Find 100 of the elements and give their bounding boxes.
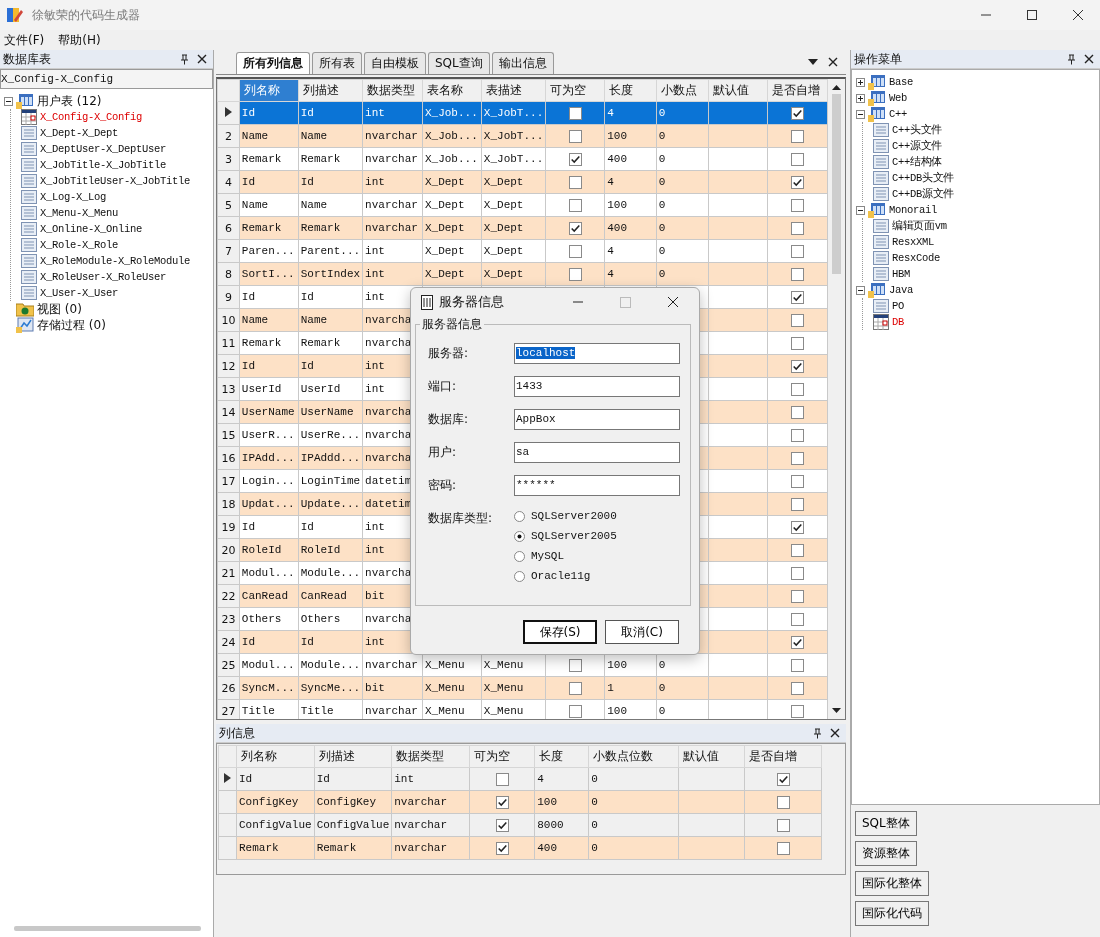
column-header[interactable]: 列名称 — [239, 79, 299, 102]
tree-item[interactable]: DB — [892, 316, 904, 328]
tree-item[interactable]: C++源文件 — [892, 139, 943, 153]
checkbox[interactable] — [791, 704, 805, 718]
dropdown-icon[interactable] — [808, 59, 818, 65]
tree-item[interactable]: X_RoleUser-X_RoleUser — [40, 271, 167, 283]
checkbox[interactable] — [791, 175, 805, 189]
checkbox[interactable] — [791, 244, 805, 258]
checkbox[interactable] — [791, 428, 805, 442]
close-icon[interactable] — [197, 54, 207, 64]
checkbox[interactable] — [791, 681, 805, 695]
checkbox[interactable] — [791, 359, 805, 373]
scrollbar[interactable] — [828, 79, 845, 719]
text-field[interactable]: localhost — [514, 343, 680, 364]
column-header[interactable]: 表描述 — [481, 79, 546, 102]
column-header[interactable]: 小数点位数 — [588, 745, 679, 768]
tab[interactable]: 所有列信息 — [236, 52, 310, 74]
tab[interactable]: SQL查询 — [428, 52, 490, 74]
tree-item[interactable]: X_Role-X_Role — [40, 239, 118, 251]
table-select-field[interactable]: X_Config-X_Config — [0, 69, 213, 89]
tree-item[interactable]: X_Online-X_Online — [40, 223, 143, 235]
checkbox[interactable] — [791, 221, 805, 235]
dialog-button[interactable]: 保存(S) — [523, 620, 597, 644]
menu-item[interactable]: 帮助(H) — [58, 31, 101, 49]
dialog-button[interactable]: 取消(C) — [605, 620, 679, 644]
column-header[interactable]: 可为空 — [545, 79, 605, 102]
tree-item[interactable]: X_DeptUser-X_DeptUser — [40, 143, 167, 155]
column-header[interactable]: 列名称 — [236, 745, 315, 768]
checkbox[interactable] — [568, 198, 582, 212]
radio-label[interactable]: SQLServer2000 — [531, 510, 617, 522]
checkbox[interactable] — [568, 221, 582, 235]
text-field[interactable]: sa — [514, 442, 680, 463]
checkbox[interactable] — [568, 244, 582, 258]
checkbox[interactable] — [495, 818, 509, 832]
action-button[interactable]: 资源整体 — [855, 841, 917, 866]
tab[interactable]: 自由模板 — [364, 52, 426, 74]
checkbox[interactable] — [776, 795, 790, 809]
close-icon[interactable] — [1084, 54, 1094, 64]
checkbox[interactable] — [776, 772, 790, 786]
checkbox[interactable] — [791, 520, 805, 534]
expand-icon[interactable] — [856, 93, 865, 103]
menu-item[interactable]: 文件(F) — [4, 31, 45, 49]
column-header[interactable]: 是否自增 — [767, 79, 828, 102]
tree-item[interactable]: C++ — [889, 108, 907, 120]
radio-button[interactable] — [514, 550, 525, 562]
collapse-icon[interactable] — [856, 285, 865, 295]
checkbox[interactable] — [495, 841, 509, 855]
tree-item[interactable]: PO — [892, 300, 904, 312]
column-header[interactable]: 小数点 — [656, 79, 709, 102]
collapse-icon[interactable] — [856, 109, 865, 119]
column-header[interactable]: 数据类型 — [362, 79, 423, 102]
tree-item[interactable]: X_Log-X_Log — [40, 191, 106, 203]
action-button[interactable]: 国际化整体 — [855, 871, 929, 896]
radio-button[interactable] — [514, 510, 525, 522]
tree-item[interactable]: X_RoleModule-X_RoleModule — [40, 255, 191, 267]
scrollbar[interactable] — [14, 926, 201, 931]
radio-button[interactable] — [514, 530, 525, 542]
action-button[interactable]: 国际化代码 — [855, 901, 929, 926]
text-field[interactable]: AppBox — [514, 409, 680, 430]
column-header[interactable]: 默认值 — [708, 79, 768, 102]
checkbox[interactable] — [568, 152, 582, 166]
column-header[interactable]: 列描述 — [314, 745, 392, 768]
tree-item[interactable]: X_JobTitleUser-X_JobTitle — [40, 175, 191, 187]
pin-icon[interactable] — [813, 727, 822, 739]
tree-item[interactable]: Java — [889, 284, 913, 296]
tree-item[interactable]: C++DB头文件 — [892, 171, 955, 185]
tree-item[interactable]: 用户表 (12) — [37, 92, 102, 110]
column-header[interactable]: 表名称 — [422, 79, 482, 102]
text-field[interactable]: 1433 — [514, 376, 680, 397]
tree-item[interactable]: 存储过程 (0) — [37, 316, 106, 334]
tree-item[interactable]: Web — [889, 92, 907, 104]
column-header[interactable]: 可为空 — [469, 745, 535, 768]
checkbox[interactable] — [495, 772, 509, 786]
checkbox[interactable] — [791, 635, 805, 649]
tree-item[interactable]: X_Menu-X_Menu — [40, 207, 118, 219]
radio-label[interactable]: SQLServer2005 — [531, 530, 617, 542]
radio-label[interactable]: Oracle11g — [531, 570, 591, 582]
pin-icon[interactable] — [1067, 53, 1076, 65]
checkbox[interactable] — [791, 336, 805, 350]
scroll-down-icon[interactable] — [832, 708, 842, 713]
checkbox[interactable] — [776, 818, 790, 832]
tree-item[interactable]: 编辑页面vm — [892, 219, 947, 233]
collapse-icon[interactable] — [856, 205, 865, 215]
close-icon[interactable] — [830, 728, 840, 738]
tree-item[interactable]: X_User-X_User — [40, 287, 118, 299]
checkbox[interactable] — [791, 474, 805, 488]
checkbox[interactable] — [568, 175, 582, 189]
maximize-icon[interactable] — [1026, 9, 1038, 21]
column-header[interactable]: 是否自增 — [744, 745, 822, 768]
checkbox[interactable] — [791, 129, 805, 143]
tree-item[interactable]: ResxXML — [892, 236, 934, 248]
checkbox[interactable] — [791, 405, 805, 419]
text-field[interactable]: ****** — [514, 475, 680, 496]
tab[interactable]: 输出信息 — [491, 52, 554, 74]
scroll-thumb[interactable] — [832, 94, 842, 274]
expand-icon[interactable] — [856, 77, 865, 87]
checkbox[interactable] — [791, 313, 805, 327]
checkbox[interactable] — [568, 106, 582, 120]
checkbox[interactable] — [791, 451, 805, 465]
checkbox[interactable] — [791, 267, 805, 281]
